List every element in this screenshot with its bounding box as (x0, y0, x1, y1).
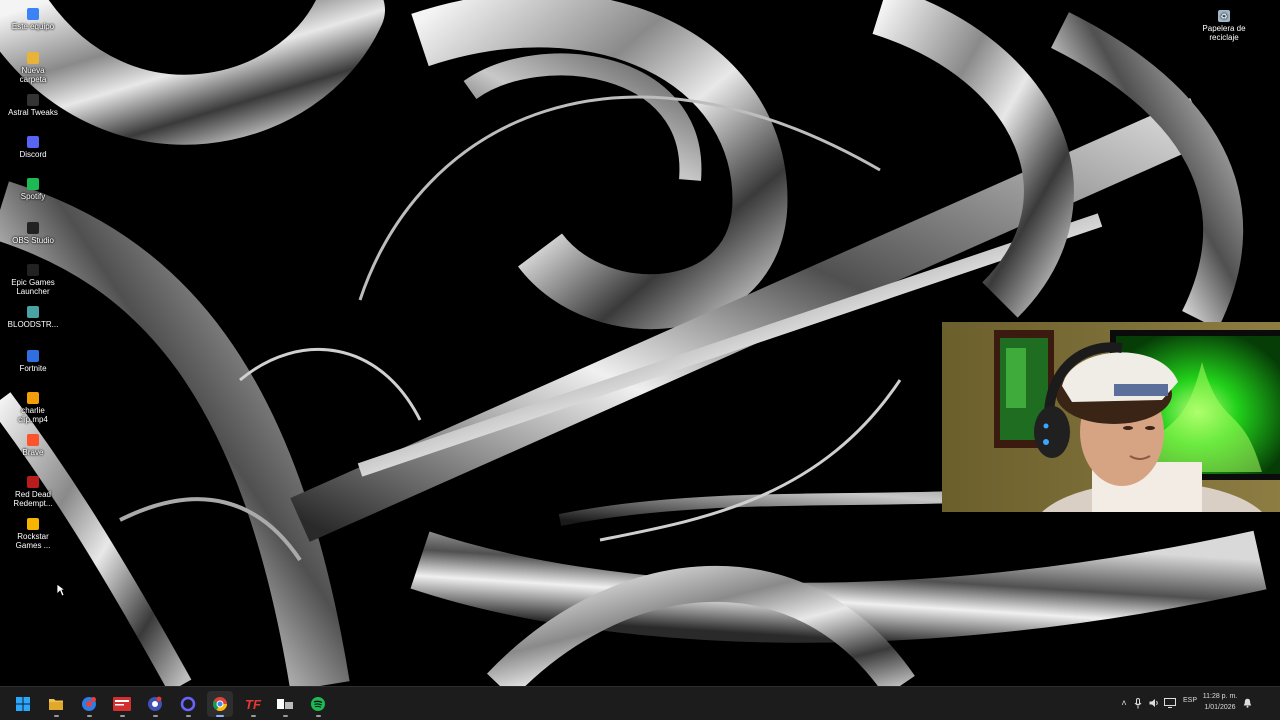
circle-icon (180, 696, 196, 712)
show-hidden-icons-chevron-icon[interactable]: ˄ (1117, 696, 1131, 710)
desktop-icon-bloodstrike[interactable]: BLOODSTR... (7, 306, 59, 329)
mouse-cursor-icon (56, 583, 66, 597)
discord-icon (27, 136, 39, 148)
running-indicator (119, 715, 125, 717)
desktop-icon-astral-tweaks[interactable]: Astral Tweaks (7, 94, 59, 117)
svg-text:TF: TF (245, 697, 262, 711)
running-indicator (152, 715, 158, 717)
running-indicator (86, 715, 92, 717)
chrome-icon (212, 696, 228, 712)
taskbar-file-explorer-button[interactable] (43, 691, 69, 717)
this-pc-icon (27, 8, 39, 20)
astral-tweaks-icon (27, 94, 39, 106)
running-indicator (53, 715, 59, 717)
desktop-icon-discord[interactable]: Discord (7, 136, 59, 159)
desktop-icon-label: Brave (22, 448, 44, 457)
microphone-icon[interactable] (1131, 696, 1145, 710)
desktop-icon-fortnite[interactable]: Fortnite (7, 350, 59, 373)
recycle-bin-label: Papelera de reciclaje (1202, 24, 1246, 42)
desktop-icon-obs-studio[interactable]: OBS Studio (7, 222, 59, 245)
clock-date: 1/01/2026 (1204, 704, 1236, 711)
desktop-icon-label: Este equipo (11, 22, 55, 31)
network-icon[interactable] (1163, 696, 1177, 710)
running-indicator (216, 715, 224, 717)
running-indicator (315, 715, 321, 717)
rockstar-games-icon (27, 518, 39, 530)
desktop-screen: Este equipo Nueva carpeta Astral Tweaks Dis… (0, 0, 1280, 720)
desktop-icon-new-folder[interactable]: Nueva carpeta (7, 52, 59, 84)
charlie-clip-icon (27, 392, 39, 404)
tf-icon: TF (244, 697, 262, 711)
taskbar: TF ˄ ESP 11:28 p. m. 1/01/2026 (0, 686, 1280, 720)
volume-icon[interactable] (1147, 696, 1161, 710)
red-dead-redemption-icon (27, 476, 39, 488)
desktop-icon-label: BLOODSTR... (7, 320, 59, 329)
taskbar-teamfight-button[interactable]: TF (240, 691, 266, 717)
desktop-icon-label: Fortnite (19, 364, 47, 373)
desktop-icon-charlie-clip[interactable]: charlie clip.mp4 (7, 392, 59, 424)
taskbar-chrome-button[interactable] (207, 691, 233, 717)
desktop-icon-label: Astral Tweaks (8, 108, 58, 117)
running-indicator (250, 715, 256, 717)
brave-icon (27, 434, 39, 446)
news-icon (113, 697, 131, 711)
taskbar-browser-button[interactable] (76, 691, 102, 717)
notification-bell-icon[interactable] (1240, 696, 1254, 710)
taskbar-photos-app-button[interactable] (142, 691, 168, 717)
taskbar-cortana-button[interactable] (175, 691, 201, 717)
new-folder-icon (27, 52, 39, 64)
desktop-icon-rockstar-games[interactable]: Rockstar Games ... (7, 518, 59, 550)
desktop-icon-label: Red Dead Redempt... (13, 490, 53, 508)
camera-icon (147, 696, 163, 712)
desktop-icon-label: Nueva carpeta (19, 66, 47, 84)
taskbar-media-app-button[interactable] (272, 691, 298, 717)
folder-icon (48, 697, 64, 711)
running-indicator (185, 715, 191, 717)
input-language-indicator[interactable]: ESP (1183, 697, 1197, 704)
windows-logo-icon (15, 696, 31, 712)
desktop-icon-label: Spotify (20, 192, 46, 201)
desktop-icon-brave[interactable]: Brave (7, 434, 59, 457)
taskbar-spotify-button[interactable] (305, 691, 331, 717)
media-icon (276, 697, 294, 711)
recycle-bin-icon: ♻ (1218, 10, 1230, 22)
running-indicator (282, 715, 288, 717)
desktop-icon-label: Epic Games Launcher (11, 278, 55, 296)
bloodstrike-icon (27, 306, 39, 318)
epic-games-launcher-icon (27, 264, 39, 276)
desktop-icon-red-dead-redemption[interactable]: Red Dead Redempt... (7, 476, 59, 508)
fortnite-icon (27, 350, 39, 362)
recycle-bin[interactable]: ♻ Papelera de reciclaje (1198, 10, 1250, 42)
webcam-overlay (942, 322, 1280, 512)
clock-time: 11:28 p. m. (1202, 693, 1238, 700)
spotify-icon (27, 178, 39, 190)
desktop-icon-this-pc[interactable]: Este equipo (7, 8, 59, 31)
globe-icon (81, 696, 97, 712)
taskbar-clock[interactable]: 11:28 p. m. 1/01/2026 (1200, 691, 1240, 713)
desktop-icon-label: Rockstar Games ... (15, 532, 51, 550)
taskbar-news-app-button[interactable] (109, 691, 135, 717)
obs-studio-icon (27, 222, 39, 234)
spotify-icon (310, 696, 326, 712)
desktop-icon-label: Discord (19, 150, 47, 159)
desktop-icon-label: charlie clip.mp4 (18, 406, 48, 424)
desktop-icon-epic-games-launcher[interactable]: Epic Games Launcher (7, 264, 59, 296)
desktop-icon-label: OBS Studio (12, 236, 54, 245)
desktop-icon-spotify[interactable]: Spotify (7, 178, 59, 201)
taskbar-start-button[interactable] (10, 691, 36, 717)
